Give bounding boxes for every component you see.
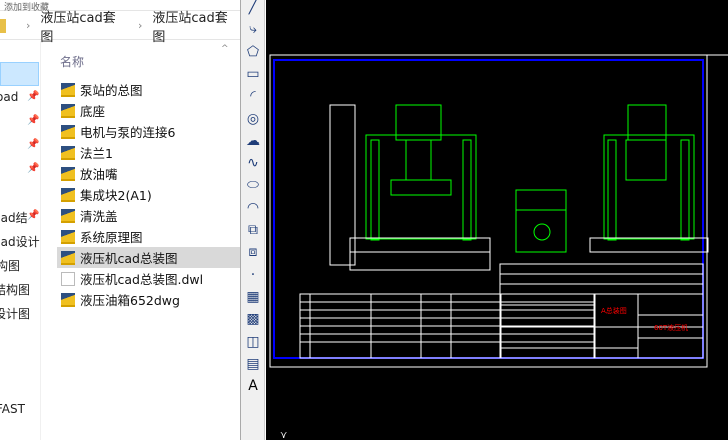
circle-icon[interactable]: ◎ bbox=[244, 110, 262, 128]
nav-item[interactable]: FAST bbox=[0, 402, 25, 416]
outer-frame bbox=[269, 54, 708, 368]
pin-icon: 📌 bbox=[27, 210, 40, 221]
nav-item[interactable]: cad设计 bbox=[0, 233, 40, 250]
polygon-icon[interactable]: ⬠ bbox=[244, 43, 262, 61]
ucs-icon: ⋎ bbox=[280, 430, 287, 440]
breadcrumb-item[interactable]: 液压站cad套图 bbox=[40, 7, 128, 45]
file-name: 液压机cad总装图 bbox=[80, 251, 178, 266]
line-icon[interactable]: ╱ bbox=[244, 0, 262, 16]
nav-item[interactable]: cad结 bbox=[0, 209, 28, 226]
nav-item[interactable]: 设计图 bbox=[0, 305, 30, 322]
make-block-icon[interactable]: ⧈ bbox=[244, 243, 262, 261]
file-name: 放油嘴 bbox=[80, 167, 118, 182]
nav-item[interactable]: oad bbox=[0, 90, 18, 104]
breadcrumb-item[interactable]: 液压站cad套图 bbox=[152, 7, 240, 45]
file-row[interactable]: 法兰1 bbox=[57, 142, 240, 163]
file-row[interactable]: 清洗盖 bbox=[57, 205, 240, 226]
file-name: 电机与泵的连接6 bbox=[80, 125, 176, 140]
file-icon bbox=[61, 271, 75, 286]
dwg-file-icon bbox=[61, 145, 75, 160]
insert-block-icon[interactable]: ⧉ bbox=[244, 221, 262, 239]
press-left bbox=[365, 104, 477, 241]
file-row[interactable]: 液压油箱652dwg bbox=[57, 289, 240, 310]
pin-icon: 📌 bbox=[27, 139, 40, 150]
file-name: 系统原理图 bbox=[80, 230, 143, 245]
folder-icon bbox=[0, 18, 6, 33]
address-bar[interactable]: › 液压站cad套图 › 液压站cad套图 bbox=[0, 11, 240, 45]
file-name: 清洗盖 bbox=[80, 209, 118, 224]
cad-drawing: A总装图 60T液压机 ⋎ bbox=[269, 54, 728, 441]
dwg-file-icon bbox=[61, 292, 75, 307]
dwg-file-icon bbox=[61, 166, 75, 181]
column-header-name[interactable]: 名称 bbox=[60, 53, 84, 70]
text-icon[interactable]: A bbox=[244, 377, 262, 395]
pin-icon: 📌 bbox=[27, 115, 40, 126]
pump-station bbox=[515, 189, 567, 253]
draw-toolbar: ╱ ⤷ ⬠ ▭ ◜ ◎ ☁ ∿ ⬭ ◠ ⧉ ⧈ · ▦ ▩ ◫ ▤ A bbox=[240, 0, 265, 440]
file-name: 液压机cad总装图.dwl bbox=[80, 272, 204, 287]
rectangle-icon[interactable]: ▭ bbox=[244, 65, 262, 83]
hatch-icon[interactable]: ▦ bbox=[244, 288, 262, 306]
region-icon[interactable]: ◫ bbox=[244, 333, 262, 351]
file-row[interactable]: 放油嘴 bbox=[57, 163, 240, 184]
gradient-icon[interactable]: ▩ bbox=[244, 310, 262, 328]
file-name: 泵站的总图 bbox=[80, 83, 143, 98]
nav-item-selected[interactable] bbox=[0, 62, 39, 86]
chevron-right-icon: › bbox=[137, 19, 143, 32]
sort-ascending-icon: ^ bbox=[221, 44, 229, 54]
ellipse-arc-icon[interactable]: ◠ bbox=[244, 199, 262, 217]
arc-icon[interactable]: ◜ bbox=[244, 87, 262, 105]
polyline-icon[interactable]: ⤷ bbox=[244, 20, 262, 38]
dwg-file-icon bbox=[61, 82, 75, 97]
file-row[interactable]: 泵站的总图 bbox=[57, 79, 240, 100]
pin-icon: 📌 bbox=[27, 163, 40, 174]
chevron-right-icon: › bbox=[25, 19, 31, 32]
nav-item[interactable]: 结构图 bbox=[0, 281, 30, 298]
dwg-file-icon bbox=[61, 229, 75, 244]
file-row[interactable]: 电机与泵的连接6 bbox=[57, 121, 240, 142]
dwg-file-icon bbox=[61, 103, 75, 118]
dwg-file-icon bbox=[61, 250, 75, 265]
press-right bbox=[603, 104, 695, 241]
pin-icon: 📌 bbox=[27, 91, 40, 102]
table-icon[interactable]: ▤ bbox=[244, 355, 262, 373]
file-explorer: 添加到收藏 › 液压站cad套图 › 液压站cad套图 oad 📌 📌 📌 📌 … bbox=[0, 0, 240, 440]
spline-icon[interactable]: ∿ bbox=[244, 154, 262, 172]
navigation-pane: oad 📌 📌 📌 📌 cad结 📌 cad设计 构图 结构图 设计图 FAST bbox=[0, 41, 41, 440]
file-name: 集成块2(A1) bbox=[80, 188, 152, 203]
ellipse-icon[interactable]: ⬭ bbox=[244, 176, 262, 194]
dwg-file-icon bbox=[61, 187, 75, 202]
parts-list-table bbox=[299, 263, 704, 359]
file-name: 底座 bbox=[80, 104, 106, 119]
file-row[interactable]: 底座 bbox=[57, 100, 240, 121]
revcloud-icon[interactable]: ☁ bbox=[244, 132, 262, 150]
file-row[interactable]: 集成块2(A1) bbox=[57, 184, 240, 205]
title-block-drawing: 60T液压机 bbox=[654, 323, 688, 332]
dwg-file-icon bbox=[61, 208, 75, 223]
file-row[interactable]: 液压机cad总装图.dwl bbox=[57, 268, 240, 289]
nav-item[interactable]: 构图 bbox=[0, 257, 20, 274]
dwg-file-icon bbox=[61, 124, 75, 139]
title-block-name: A总装图 bbox=[601, 306, 627, 315]
file-list: ^ 名称 泵站的总图底座电机与泵的连接6 法兰1 放油嘴集成块2(A1) 清洗盖系统原… bbox=[41, 41, 240, 440]
point-icon[interactable]: · bbox=[244, 266, 262, 284]
file-row[interactable]: 液压机cad总装图 bbox=[57, 247, 240, 268]
file-name: 液压油箱652dwg bbox=[80, 293, 180, 308]
base-left bbox=[329, 104, 491, 271]
file-row[interactable]: 系统原理图 bbox=[57, 226, 240, 247]
drawing-canvas[interactable]: A总装图 60T液压机 ⋎ bbox=[266, 0, 728, 441]
file-name: 法兰1 bbox=[80, 146, 113, 161]
